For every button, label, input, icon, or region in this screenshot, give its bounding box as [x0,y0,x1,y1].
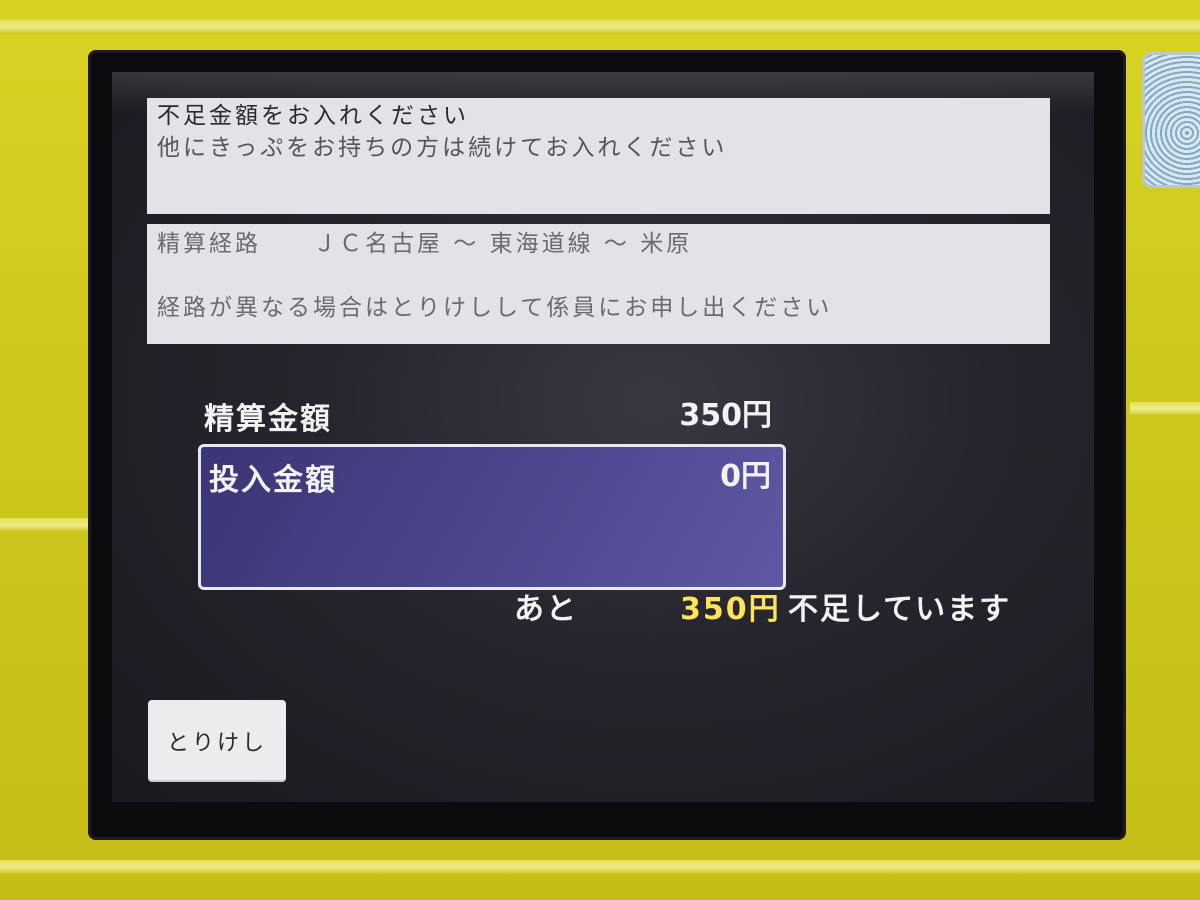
route-line: 精算経路 ＪＣ名古屋 〜 東海道線 〜 米原 [157,228,1040,260]
ic-card-reader[interactable] [1142,52,1200,188]
route-notice: 経路が異なる場合はとりけしして係員にお申し出ください [157,295,833,321]
instruction-line-2: 他にきっぷをお持ちの方は続けてお入れください [157,135,728,161]
route-message-box: 精算経路 ＪＣ名古屋 〜 東海道線 〜 米原 経路が異なる場合はとりけしして係員… [147,224,1050,344]
shortfall-prefix: あと [514,592,578,627]
inserted-amount-label: 投入金額 [209,463,337,498]
touch-screen: 不足金額をお入れください 他にきっぷをお持ちの方は続けてお入れください 精算経路… [112,72,1094,802]
cancel-button[interactable]: とりけし [148,700,286,782]
instruction-line-1: 不足金額をお入れください [157,103,469,129]
shortfall-amount: 350円 [680,592,781,627]
inserted-amount-value: 0円 [720,459,771,494]
inserted-amount-box: 投入金額 0円 [198,444,786,590]
fare-amount-label: 精算金額 [204,402,332,437]
machine-seam [0,860,1200,874]
fare-amount-value: 350円 [679,398,772,433]
route-label: 精算経路 [157,231,261,257]
machine-seam [1130,402,1200,416]
instruction-message-box: 不足金額をお入れください 他にきっぷをお持ちの方は続けてお入れください [147,98,1050,214]
machine-seam [0,20,1200,34]
fare-adjustment-machine: 不足金額をお入れください 他にきっぷをお持ちの方は続けてお入れください 精算経路… [0,0,1200,900]
machine-seam [0,518,95,532]
route-path: ＪＣ名古屋 〜 東海道線 〜 米原 [313,231,693,257]
shortfall-suffix: 不足しています [788,592,1012,627]
